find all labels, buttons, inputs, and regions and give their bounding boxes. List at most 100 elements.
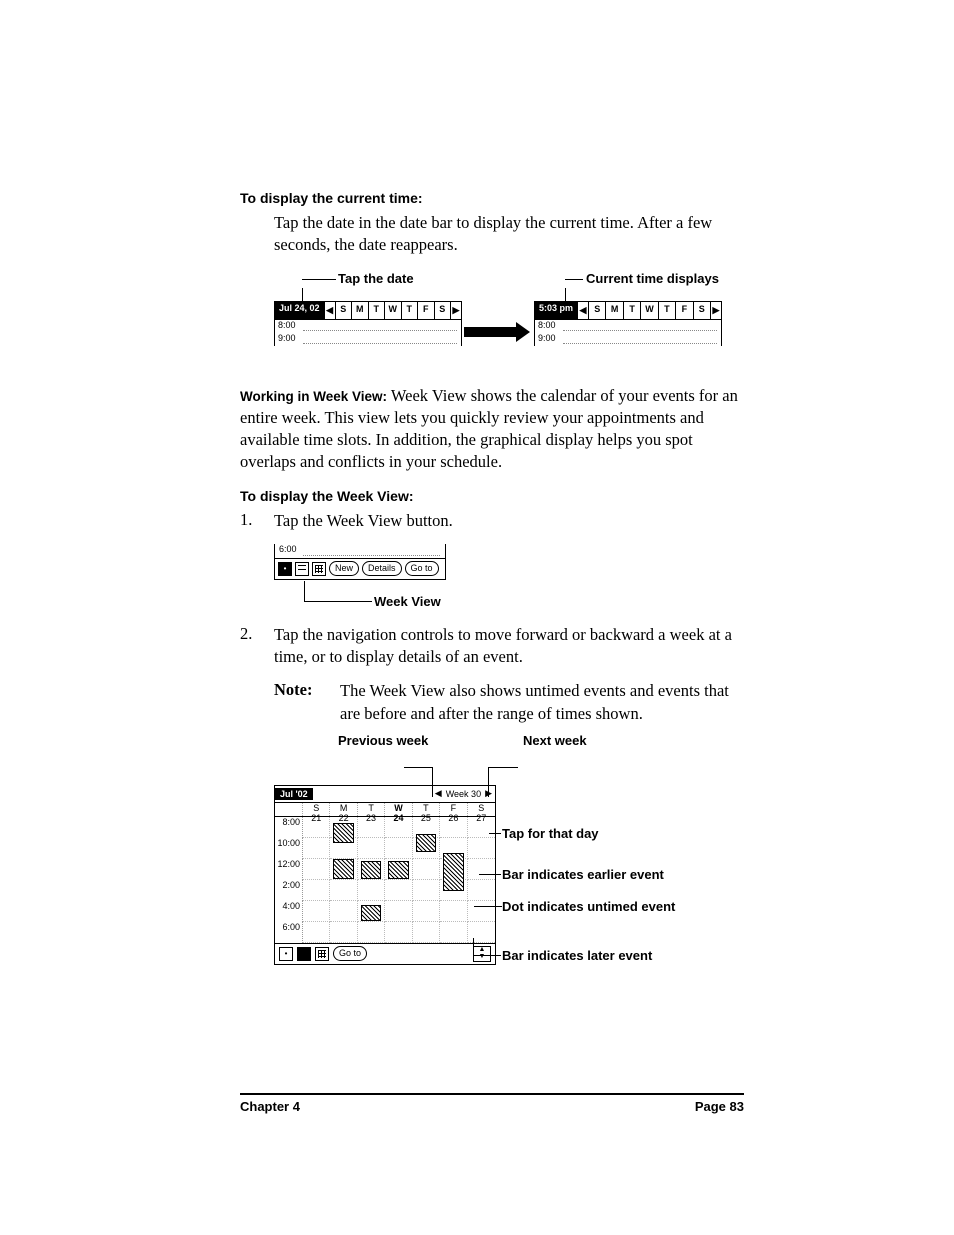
transition-arrow-icon xyxy=(464,323,530,341)
step-1-text: Tap the Week View button. xyxy=(274,510,453,532)
leader-line xyxy=(302,279,336,280)
day-w[interactable]: W xyxy=(385,302,402,319)
event-bar[interactable] xyxy=(361,861,381,879)
day-f[interactable]: F xyxy=(418,302,435,319)
day-header[interactable]: F26 xyxy=(440,803,467,816)
time-label: 8:00 xyxy=(275,817,303,838)
goto-button[interactable]: Go to xyxy=(333,946,367,961)
hour-row: 8:00 xyxy=(535,320,721,333)
para-week-view: Working in Week View: Week View shows th… xyxy=(240,385,744,474)
dayview-after: 5:03 pm ◀ S M T W T F S ▶ 8:00 9:00 xyxy=(534,301,722,346)
callout-current-time: Current time displays xyxy=(586,271,719,286)
weekview-button-icon[interactable] xyxy=(295,562,309,576)
day-m[interactable]: M xyxy=(606,302,623,319)
time-label: 6:00 xyxy=(275,922,303,943)
hour-row: 6:00 xyxy=(275,544,445,558)
month-label: Jul '02 xyxy=(275,788,313,800)
day-t[interactable]: T xyxy=(369,302,386,319)
footer-rule xyxy=(240,1093,744,1095)
callout-previous-week: Previous week xyxy=(338,733,428,748)
day-picker[interactable]: S M T W T F S xyxy=(336,302,450,319)
body-display-time: Tap the date in the date bar to display … xyxy=(274,212,744,257)
callout-tap-day: Tap for that day xyxy=(502,826,599,841)
toolbar-row: • New Details Go to xyxy=(275,558,445,580)
day-s[interactable]: S xyxy=(589,302,606,319)
note-block: Note: The Week View also shows untimed e… xyxy=(274,680,744,725)
prev-day-arrow-icon[interactable]: ◀ xyxy=(578,302,589,319)
callout-next-week: Next week xyxy=(523,733,587,748)
figure-weekview-button: 6:00 • New Details Go to Week View xyxy=(274,544,450,614)
week-bottom-toolbar: • Go to ▲▼ xyxy=(275,943,495,964)
hour-row: 9:00 xyxy=(275,333,461,346)
figure-week-grid: Previous week Next week Tap for that day… xyxy=(274,733,734,1013)
day-header[interactable]: T23 xyxy=(358,803,385,816)
runin-label: Working in Week View: xyxy=(240,389,387,404)
heading-display-time: To display the current time: xyxy=(240,190,744,206)
step-2-text: Tap the navigation controls to move forw… xyxy=(274,624,744,669)
note-label: Note: xyxy=(274,680,340,725)
hour-row: 9:00 xyxy=(535,333,721,346)
dayview-button-icon[interactable]: • xyxy=(278,562,292,576)
day-header[interactable]: T25 xyxy=(413,803,440,816)
day-s[interactable]: S xyxy=(336,302,353,319)
next-day-arrow-icon[interactable]: ▶ xyxy=(710,302,721,319)
day-header[interactable]: M22 xyxy=(330,803,357,816)
time-label: 10:00 xyxy=(275,838,303,859)
day-header[interactable]: S27 xyxy=(468,803,495,816)
day-t2[interactable]: T xyxy=(402,302,419,319)
time-label: 2:00 xyxy=(275,880,303,901)
prev-week-arrow-icon[interactable]: ◀ xyxy=(435,788,442,799)
time-label: 4:00 xyxy=(275,901,303,922)
day-w[interactable]: W xyxy=(641,302,658,319)
leader-line xyxy=(404,767,432,768)
day-f[interactable]: F xyxy=(676,302,693,319)
day-picker[interactable]: S M T W T F S xyxy=(589,302,710,319)
step-number: 2. xyxy=(240,624,274,669)
leader-line xyxy=(565,279,583,280)
goto-button[interactable]: Go to xyxy=(405,561,439,576)
date-label[interactable]: Jul 24, 02 xyxy=(275,302,325,319)
scroll-arrows-icon[interactable]: ▲▼ xyxy=(473,946,491,962)
leader-line xyxy=(488,767,518,768)
next-day-arrow-icon[interactable]: ▶ xyxy=(450,302,461,319)
day-header-today[interactable]: W24 xyxy=(385,803,412,816)
callout-later-event: Bar indicates later event xyxy=(502,948,652,963)
day-header[interactable]: S21 xyxy=(303,803,330,816)
week-header-row: S21 M22 T23 W24 T25 F26 S27 xyxy=(275,803,495,817)
footer-page: Page 83 xyxy=(695,1099,744,1114)
callout-untimed-event: Dot indicates untimed event xyxy=(502,899,675,914)
monthview-button-icon[interactable] xyxy=(315,947,329,961)
callout-earlier-event: Bar indicates earlier event xyxy=(502,867,664,882)
leader-line xyxy=(304,581,305,601)
figure-dayview-time: Tap the date Current time displays Jul 2… xyxy=(274,271,744,361)
leader-line xyxy=(304,601,372,602)
dayview-before: Jul 24, 02 ◀ S M T W T F S ▶ 8:00 9:00 xyxy=(274,301,462,346)
week-view-screen: Jul '02 ◀ Week 30 ▶ S21 M22 T23 W24 T25 … xyxy=(274,785,496,965)
event-bar[interactable] xyxy=(388,861,408,879)
monthview-button-icon[interactable] xyxy=(312,562,326,576)
callout-tap-date: Tap the date xyxy=(338,271,414,286)
day-t2[interactable]: T xyxy=(659,302,676,319)
details-button[interactable]: Details xyxy=(362,561,402,576)
day-t[interactable]: T xyxy=(624,302,641,319)
heading-display-weekview: To display the Week View: xyxy=(240,488,744,504)
time-label[interactable]: 5:03 pm xyxy=(535,302,578,319)
day-s2[interactable]: S xyxy=(435,302,451,319)
footer-chapter: Chapter 4 xyxy=(240,1099,300,1114)
time-label: 12:00 xyxy=(275,859,303,880)
event-bar[interactable] xyxy=(361,905,381,921)
new-button[interactable]: New xyxy=(329,561,359,576)
event-bar[interactable] xyxy=(416,834,436,852)
callout-week-view: Week View xyxy=(374,594,441,609)
day-m[interactable]: M xyxy=(352,302,369,319)
day-s2[interactable]: S xyxy=(694,302,710,319)
hour-row: 8:00 xyxy=(275,320,461,333)
prev-day-arrow-icon[interactable]: ◀ xyxy=(325,302,336,319)
next-week-arrow-icon[interactable]: ▶ xyxy=(485,788,492,799)
step-number: 1. xyxy=(240,510,274,532)
event-bar[interactable] xyxy=(333,859,353,879)
note-text: The Week View also shows untimed events … xyxy=(340,680,744,725)
week-body-grid: 8:00 10:00 12:00 2:00 4:00 6:00 xyxy=(275,817,495,943)
dayview-button-icon[interactable]: • xyxy=(279,947,293,961)
weekview-button-icon[interactable] xyxy=(297,947,311,961)
